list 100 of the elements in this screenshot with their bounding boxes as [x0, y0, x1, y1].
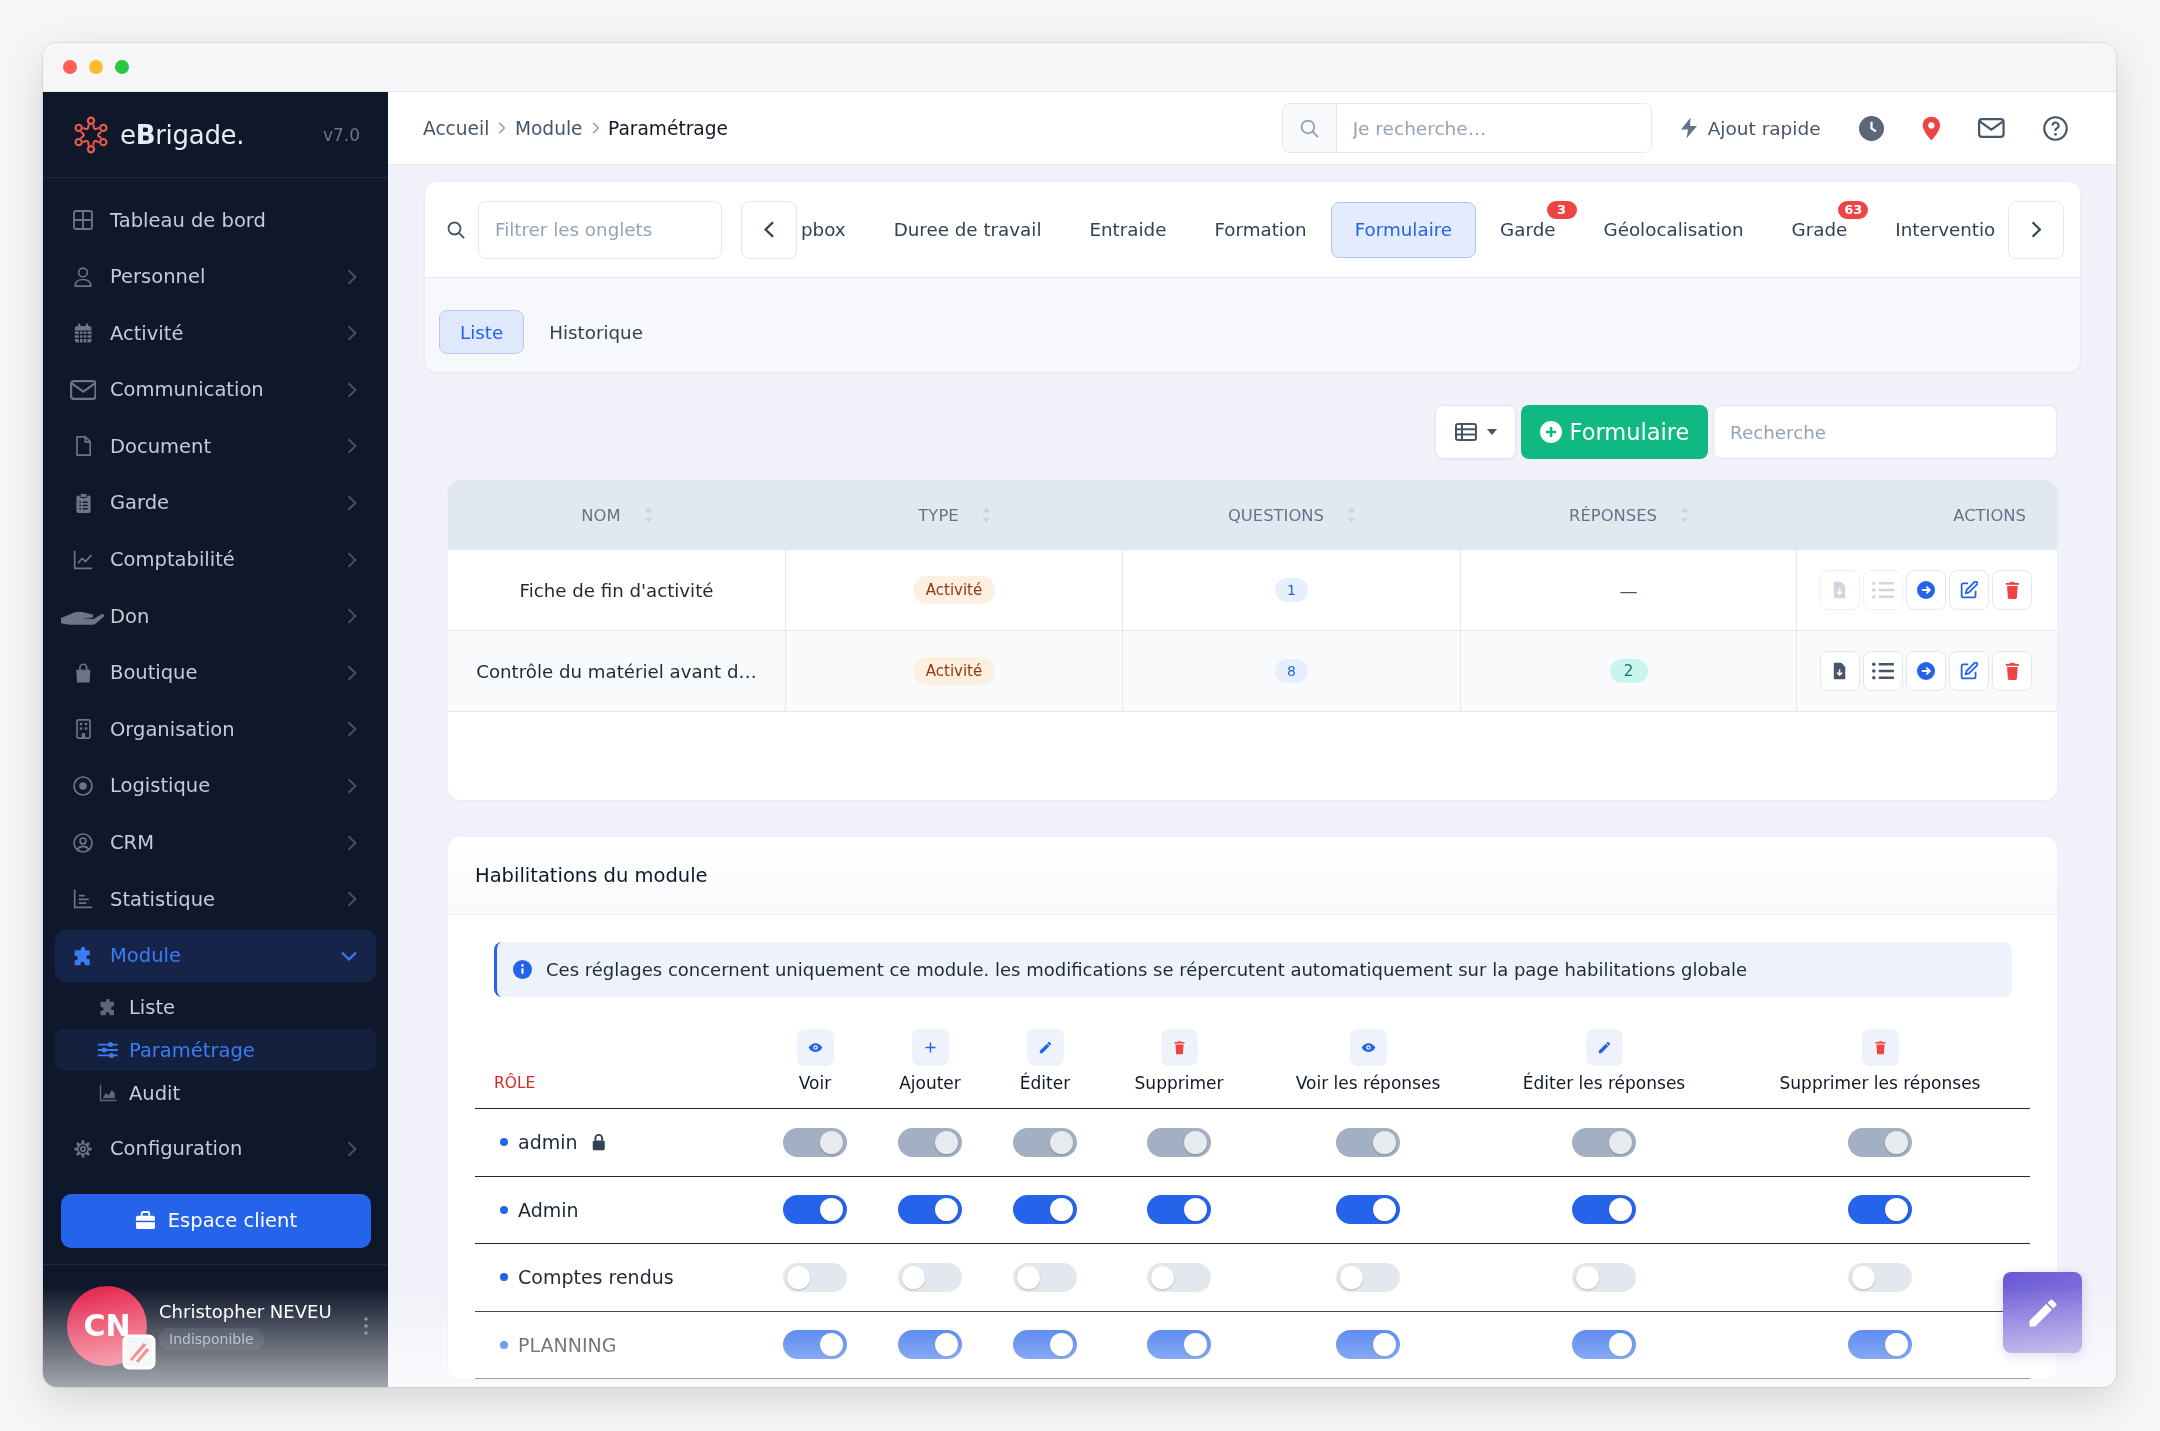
- info-text: Ces réglages concernent uniquement ce module. les modifications se répercutent automatiquement sur la page habilitations globale: [546, 959, 1748, 980]
- toggle-switch[interactable]: [898, 1330, 962, 1360]
- breadcrumb-separator-icon: [498, 122, 506, 134]
- column-header: Supprimer: [1134, 1073, 1224, 1093]
- form-name: Contrôle du matériel avant d…: [476, 660, 757, 682]
- edit-button[interactable]: [1949, 651, 1989, 691]
- download-button[interactable]: [1820, 651, 1860, 691]
- toggle-switch[interactable]: [1572, 1262, 1636, 1292]
- toggle-switch[interactable]: [1572, 1195, 1636, 1225]
- sidebar-item[interactable]: CRM: [55, 816, 376, 869]
- plus-circle-icon: [1539, 421, 1562, 443]
- tab[interactable]: Duree de travail: [869, 201, 1066, 258]
- sidebar-item[interactable]: Organisation: [55, 703, 376, 756]
- toggle-switch[interactable]: [783, 1195, 847, 1225]
- toggle-switch[interactable]: [1013, 1195, 1077, 1225]
- logo-icon: [72, 115, 110, 154]
- column-header: RÔLE: [493, 1074, 536, 1093]
- tab[interactable]: pbox: [797, 201, 870, 258]
- sidebar-item[interactable]: Activité: [55, 307, 376, 360]
- arrow-right-circle-icon: [1917, 662, 1935, 680]
- dot-icon: [500, 1205, 508, 1214]
- toggle-switch[interactable]: [1013, 1330, 1077, 1360]
- breadcrumb-link[interactable]: Module: [514, 117, 583, 139]
- toggle-switch[interactable]: [1147, 1262, 1211, 1292]
- breadcrumb-link[interactable]: Accueil: [423, 117, 490, 139]
- edit-icon: [1960, 662, 1978, 680]
- toggle-switch[interactable]: [783, 1330, 847, 1360]
- tab[interactable]: Liste: [439, 310, 525, 354]
- sidebar-item[interactable]: Logistique: [55, 759, 376, 812]
- sidebar-item[interactable]: Module: [55, 929, 376, 982]
- caret-down-icon: [1486, 429, 1497, 435]
- question-count-badge: 1: [1275, 578, 1308, 602]
- sidebar-item[interactable]: Tableau de bord: [55, 194, 376, 246]
- form-name: Fiche de fin d'activité: [519, 579, 714, 601]
- column-header[interactable]: RÉPONSES: [1569, 505, 1657, 525]
- sidebar-item[interactable]: Garde: [55, 476, 376, 529]
- toggle-switch[interactable]: [1848, 1330, 1912, 1360]
- tab[interactable]: Grade 63: [1767, 201, 1872, 258]
- toggle-switch[interactable]: [1848, 1195, 1912, 1225]
- sidebar-item[interactable]: Communication: [55, 363, 376, 416]
- toggle-switch[interactable]: [1336, 1195, 1400, 1225]
- quick-add-button[interactable]: Ajout rapide: [1679, 117, 1821, 139]
- column-header[interactable]: NOM: [581, 505, 621, 525]
- floating-edit-button[interactable]: [2003, 1272, 2082, 1353]
- toggle-switch[interactable]: [1147, 1330, 1211, 1360]
- submenu-item[interactable]: Liste: [55, 986, 376, 1029]
- search-icon: [447, 220, 465, 239]
- toggle-switch[interactable]: [1013, 1262, 1077, 1292]
- open-button[interactable]: [1906, 651, 1946, 691]
- view-toggle-button[interactable]: [1435, 405, 1516, 459]
- toggle-switch[interactable]: [1848, 1262, 1912, 1292]
- clock-icon[interactable]: [1858, 115, 1884, 141]
- open-button[interactable]: [1906, 570, 1946, 610]
- toggle-switch[interactable]: [1572, 1330, 1636, 1360]
- map-pin-icon[interactable]: [1921, 115, 1941, 141]
- filter-field[interactable]: Filtrer les onglets: [478, 200, 722, 259]
- tab[interactable]: Entraide: [1065, 201, 1191, 258]
- client-space-button[interactable]: Espace client: [61, 1193, 371, 1248]
- tab[interactable]: Formation: [1190, 201, 1331, 258]
- user-name: Christopher NEVEU: [159, 1301, 332, 1323]
- sidebar-item[interactable]: Personnel: [55, 250, 376, 303]
- sidebar-item[interactable]: Statistique: [55, 873, 376, 926]
- submenu-item[interactable]: Paramétrage: [55, 1029, 376, 1072]
- toggle-switch[interactable]: [898, 1195, 962, 1225]
- table-icon: [1454, 423, 1477, 441]
- toggle-switch[interactable]: [1336, 1330, 1400, 1360]
- maximize-icon[interactable]: [115, 60, 129, 74]
- tab[interactable]: Formulaire: [1330, 201, 1477, 258]
- tab[interactable]: Interventio: [1871, 201, 2008, 258]
- sidebar-item[interactable]: Boutique: [55, 646, 376, 699]
- sidebar-item[interactable]: Document: [55, 420, 376, 473]
- toggle-switch[interactable]: [1336, 1262, 1400, 1292]
- help-icon[interactable]: [2043, 115, 2068, 141]
- search-field[interactable]: Recherche: [1713, 405, 2057, 459]
- tab[interactable]: Garde 3: [1476, 201, 1580, 258]
- toggle-switch[interactable]: [1147, 1195, 1211, 1225]
- dot-icon: [500, 1138, 508, 1147]
- list-button[interactable]: [1863, 651, 1903, 691]
- more-icon[interactable]: [364, 1316, 368, 1335]
- column-header[interactable]: QUESTIONS: [1227, 505, 1325, 525]
- tab[interactable]: Historique: [528, 310, 664, 354]
- sidebar-item[interactable]: Don: [55, 590, 376, 643]
- toggle-switch[interactable]: [898, 1262, 962, 1292]
- column-header[interactable]: TYPE: [918, 505, 959, 525]
- eye-icon: [1349, 1029, 1387, 1066]
- toggle-switch[interactable]: [783, 1262, 847, 1292]
- mail-icon[interactable]: [1978, 118, 2005, 138]
- delete-button[interactable]: [1992, 570, 2032, 610]
- puzzle-icon: [99, 998, 117, 1017]
- edit-button[interactable]: [1949, 570, 1989, 610]
- tab[interactable]: Géolocalisation: [1579, 201, 1768, 258]
- puzzle-icon: [73, 945, 93, 966]
- type-badge: Activité: [912, 576, 996, 604]
- submenu-item[interactable]: Audit: [55, 1072, 376, 1115]
- close-icon[interactable]: [63, 60, 77, 74]
- column-header: ACTIONS: [1953, 505, 2026, 525]
- sidebar-item[interactable]: Comptabilité: [55, 533, 376, 586]
- sidebar-item[interactable]: Configuration: [55, 1122, 376, 1175]
- briefcase-icon: [134, 1211, 156, 1231]
- delete-button[interactable]: [1992, 651, 2032, 691]
